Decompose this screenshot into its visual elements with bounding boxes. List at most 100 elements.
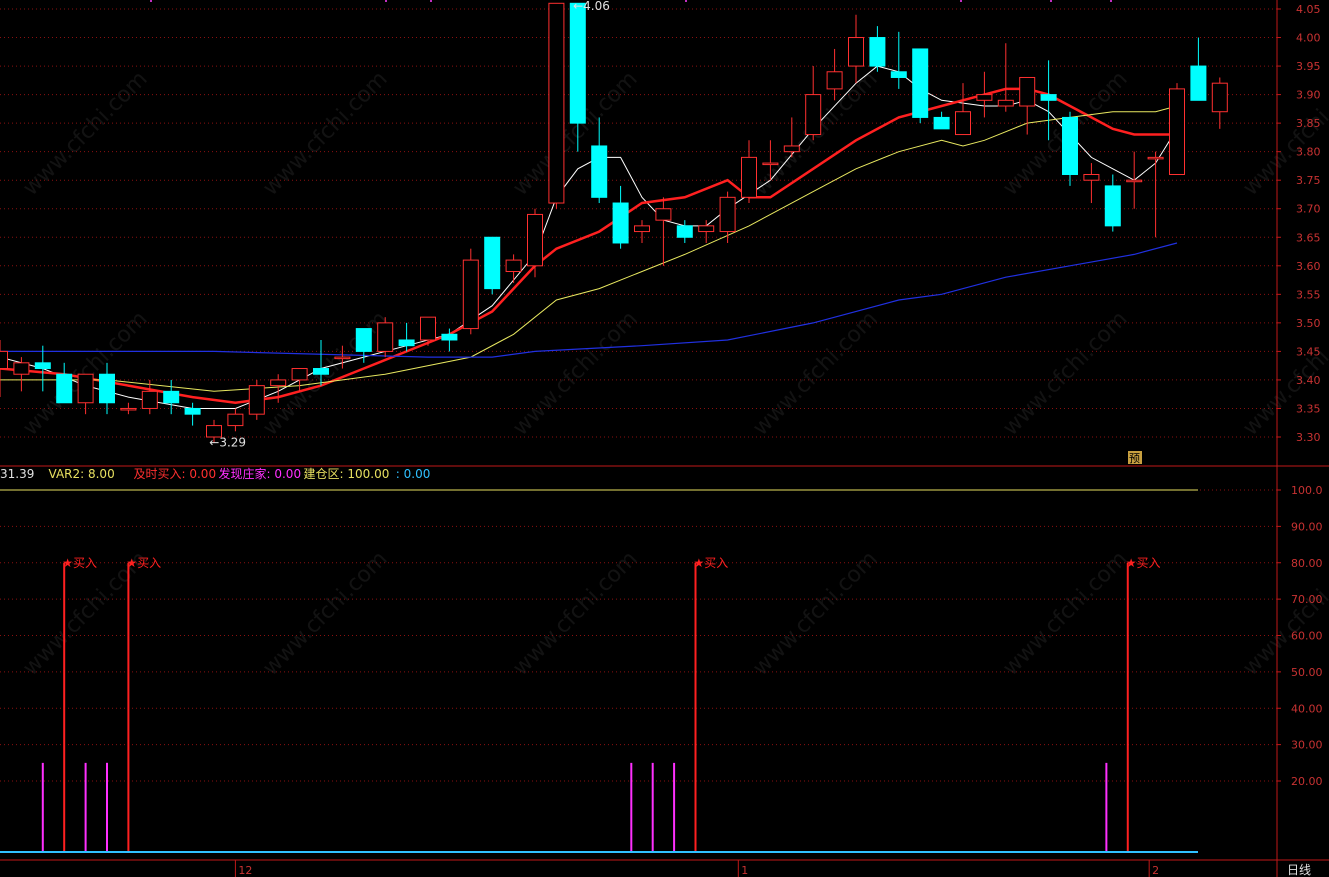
candle bbox=[805, 66, 822, 141]
candle-body-up bbox=[1126, 179, 1143, 183]
candle-body-up bbox=[1147, 156, 1164, 160]
candle bbox=[13, 357, 30, 392]
candle-body-down bbox=[484, 236, 501, 290]
price-tick-label: 3.65 bbox=[1296, 231, 1321, 244]
price-tick-label: 3.90 bbox=[1296, 89, 1321, 102]
candle-body-up bbox=[270, 379, 287, 387]
price-annotations: ←4.06 ←3.29 预 bbox=[209, 0, 1142, 465]
candle bbox=[527, 208, 543, 278]
watermark-text: www.cfchi.com bbox=[508, 307, 642, 441]
price-tick-label: 3.80 bbox=[1296, 146, 1321, 159]
candle-body-up bbox=[655, 208, 672, 221]
candle-body-down bbox=[1062, 116, 1078, 175]
candle-body-down bbox=[933, 116, 950, 130]
price-extreme-label: ←3.29 bbox=[209, 436, 246, 450]
top-marker bbox=[1050, 0, 1052, 2]
price-tick-label: 3.55 bbox=[1296, 288, 1321, 301]
candle-body-up bbox=[1211, 82, 1228, 113]
indicator-tick-label: 70.00 bbox=[1291, 593, 1323, 606]
candle bbox=[1062, 111, 1078, 186]
watermark-text: www.cfchi.com bbox=[748, 307, 882, 441]
candle bbox=[0, 339, 8, 398]
candle-body-up bbox=[141, 390, 158, 409]
candle-body-up bbox=[1019, 76, 1036, 107]
candle bbox=[741, 140, 757, 204]
candle bbox=[869, 26, 886, 72]
candle bbox=[548, 2, 565, 209]
candle-body-up bbox=[0, 350, 8, 370]
indicator-tick-label: 20.00 bbox=[1291, 775, 1323, 788]
candle bbox=[676, 220, 693, 243]
candle bbox=[1190, 37, 1207, 101]
candle-body-up bbox=[783, 145, 800, 153]
legend-item: 建仓区: 100.00 bbox=[304, 467, 390, 481]
candle-body-down bbox=[569, 2, 586, 124]
ma-line-ma60 bbox=[0, 242, 1178, 358]
indicator-tick-label: 30.00 bbox=[1291, 739, 1323, 752]
candle bbox=[634, 220, 650, 243]
candle bbox=[1147, 151, 1164, 238]
candle-body-up bbox=[634, 225, 650, 233]
date-tick-label: 1 bbox=[741, 864, 748, 877]
price-tick-label: 3.85 bbox=[1296, 117, 1321, 130]
candle-body-down bbox=[591, 145, 608, 198]
x-axis-labels: 12 1 2 日线 bbox=[234, 860, 1311, 877]
candle bbox=[184, 402, 201, 426]
candle bbox=[56, 362, 73, 404]
watermark-layer: www.cfchi.com www.cfchi.com www.cfchi.com w… bbox=[18, 67, 1329, 681]
candle bbox=[997, 43, 1014, 112]
candle-body-up bbox=[227, 413, 244, 427]
indicator-tick-label: 50.00 bbox=[1291, 666, 1323, 679]
candle-body-down bbox=[890, 71, 907, 78]
candle-body-down bbox=[56, 373, 73, 404]
price-tick-label: 4.00 bbox=[1296, 32, 1321, 45]
candle bbox=[976, 71, 993, 118]
top-marker bbox=[150, 0, 152, 2]
price-tick-label: 3.30 bbox=[1296, 431, 1321, 444]
indicator-tick-label: 60.00 bbox=[1291, 630, 1323, 643]
candle bbox=[890, 31, 907, 89]
candle-body-up bbox=[248, 385, 265, 415]
price-tick-label: 3.35 bbox=[1296, 402, 1321, 415]
candle-body-up bbox=[955, 111, 971, 136]
price-tick-label: 4.05 bbox=[1296, 3, 1321, 16]
period-label: 日线 bbox=[1287, 863, 1311, 877]
candle bbox=[462, 248, 479, 335]
candle-body-up bbox=[719, 196, 736, 233]
candle bbox=[34, 345, 51, 392]
candle bbox=[1211, 77, 1228, 129]
candle bbox=[1104, 174, 1121, 232]
price-tick-label: 3.70 bbox=[1296, 203, 1321, 216]
price-tick-label: 3.50 bbox=[1296, 317, 1321, 330]
top-marker bbox=[1110, 0, 1112, 2]
legend-item: 31.39 bbox=[0, 467, 34, 481]
candle-body-down bbox=[398, 339, 415, 347]
candle-body-down bbox=[99, 373, 115, 404]
forecast-marker: 预 bbox=[1128, 451, 1142, 465]
candle bbox=[698, 220, 715, 243]
candlesticks bbox=[0, 2, 1228, 443]
candle bbox=[248, 379, 265, 420]
candle bbox=[1083, 163, 1100, 204]
candle bbox=[227, 408, 244, 432]
candle-body-up bbox=[741, 156, 757, 198]
candle-body-up bbox=[826, 71, 843, 90]
top-marker bbox=[385, 0, 387, 2]
candle bbox=[912, 48, 929, 124]
candle bbox=[377, 317, 394, 358]
candle bbox=[163, 379, 180, 415]
indicator-tick-label: 80.00 bbox=[1291, 557, 1323, 570]
candle-body-up bbox=[77, 373, 94, 404]
candle-body-down bbox=[676, 225, 693, 238]
candle bbox=[1169, 83, 1185, 175]
price-tick-label: 3.60 bbox=[1296, 260, 1321, 273]
candle bbox=[505, 254, 522, 283]
legend-item: 及时买入: 0.00 bbox=[134, 467, 217, 481]
buy-signal-label: ★买入 bbox=[126, 556, 161, 570]
candle-body-up bbox=[805, 94, 822, 136]
candle-body-up bbox=[1083, 173, 1100, 181]
top-marker bbox=[960, 0, 962, 2]
watermark-text: www.cfchi.com bbox=[258, 547, 392, 681]
price-tick-label: 3.40 bbox=[1296, 374, 1321, 387]
date-tick-label: 2 bbox=[1152, 864, 1159, 877]
